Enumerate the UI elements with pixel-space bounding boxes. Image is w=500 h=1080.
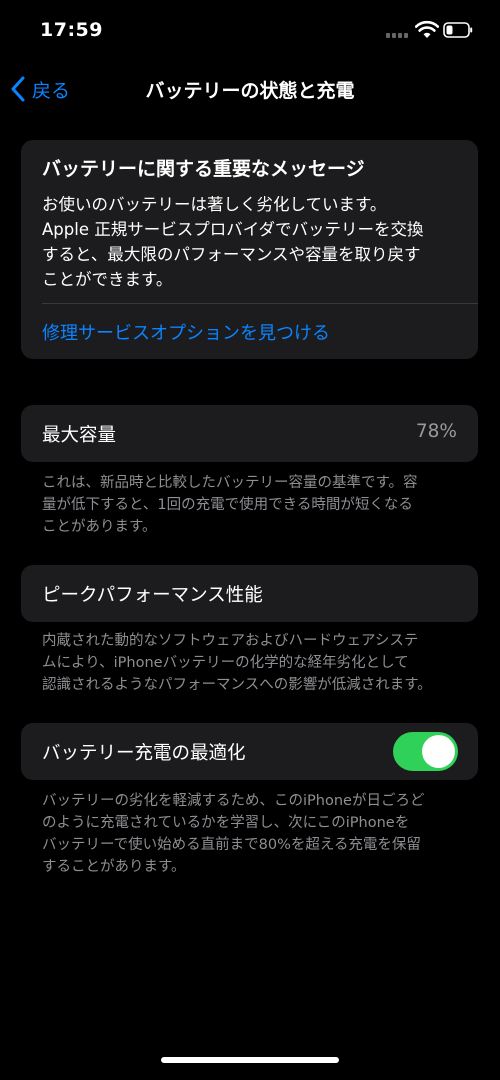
signal-icon [386, 33, 410, 39]
message-body-line: ことができます。 [42, 270, 173, 289]
status-bar: 17:59 [0, 0, 500, 62]
max-capacity-row: 最大容量 78% [21, 405, 478, 462]
optimized-charging-toggle[interactable] [393, 732, 458, 771]
peak-performance-row: ピークパフォーマンス性能 [21, 565, 478, 622]
max-capacity-value: 78% [415, 421, 457, 442]
message-title: バッテリーに関する重要なメッセージ [42, 158, 365, 180]
message-body-line: お使いのバッテリーは著しく劣化しています。 [42, 195, 387, 214]
home-indicator[interactable] [161, 1057, 339, 1063]
footnote-line: することがあります。 [42, 859, 186, 875]
max-capacity-label: 最大容量 [42, 425, 117, 446]
max-capacity-footnote: これは、新品時と比較したバッテリー容量の基準です。容 量が低下すると、1回の充電… [42, 472, 462, 538]
optimized-charging-label: バッテリー充電の最適化 [42, 743, 246, 764]
toggle-knob [422, 735, 455, 768]
footnote-line: これは、新品時と比較したバッテリー容量の基準です。容 [42, 475, 418, 491]
status-time: 17:59 [40, 19, 103, 41]
message-body: お使いのバッテリーは著しく劣化しています。 Apple 正規サービスプロバイダで… [42, 192, 462, 292]
page-title: バッテリーの状態と充電 [145, 80, 355, 102]
footnote-line: 量が低下すると、1回の充電で使用できる時間が短くなる [42, 497, 413, 513]
optimized-charging-footnote: バッテリーの劣化を軽減するため、このiPhoneが日ごろど のように充電されてい… [42, 790, 462, 878]
optimized-charging-row: バッテリー充電の最適化 [21, 723, 478, 780]
wifi-icon [415, 20, 439, 38]
footnote-line: 内蔵された動的なソフトウェアおよびハードウェアシステ [42, 633, 419, 649]
find-repair-options-link[interactable]: 修理サービスオプションを見つける [42, 319, 330, 345]
peak-performance-footnote: 内蔵された動的なソフトウェアおよびハードウェアシステ ムにより、iPhoneバッ… [42, 630, 462, 696]
footnote-line: 認識されるようなパフォーマンスへの影響が低減されます。 [42, 677, 432, 693]
message-body-line: Apple 正規サービスプロバイダでバッテリーを交換 [42, 220, 424, 239]
navigation-bar: 戻る バッテリーの状態と充電 [0, 62, 500, 114]
battery-message-card: バッテリーに関する重要なメッセージ お使いのバッテリーは著しく劣化しています。 … [21, 140, 478, 359]
footnote-line: バッテリーの劣化を軽減するため、このiPhoneが日ごろど [42, 793, 425, 809]
footnote-line: のように充電されているかを学習し、次にこのiPhoneを [42, 815, 410, 831]
battery-icon [443, 22, 473, 38]
peak-performance-label: ピークパフォーマンス性能 [42, 585, 263, 606]
divider [42, 303, 478, 304]
message-body-line: すると、最大限のパフォーマンスや容量を取り戻す [42, 245, 421, 264]
footnote-line: ムにより、iPhoneバッテリーの化学的な経年劣化として [42, 655, 409, 671]
footnote-line: ことがあります。 [42, 519, 157, 535]
footnote-line: バッテリーで使い始める直前まで80%を超える充電を保留 [42, 837, 421, 853]
